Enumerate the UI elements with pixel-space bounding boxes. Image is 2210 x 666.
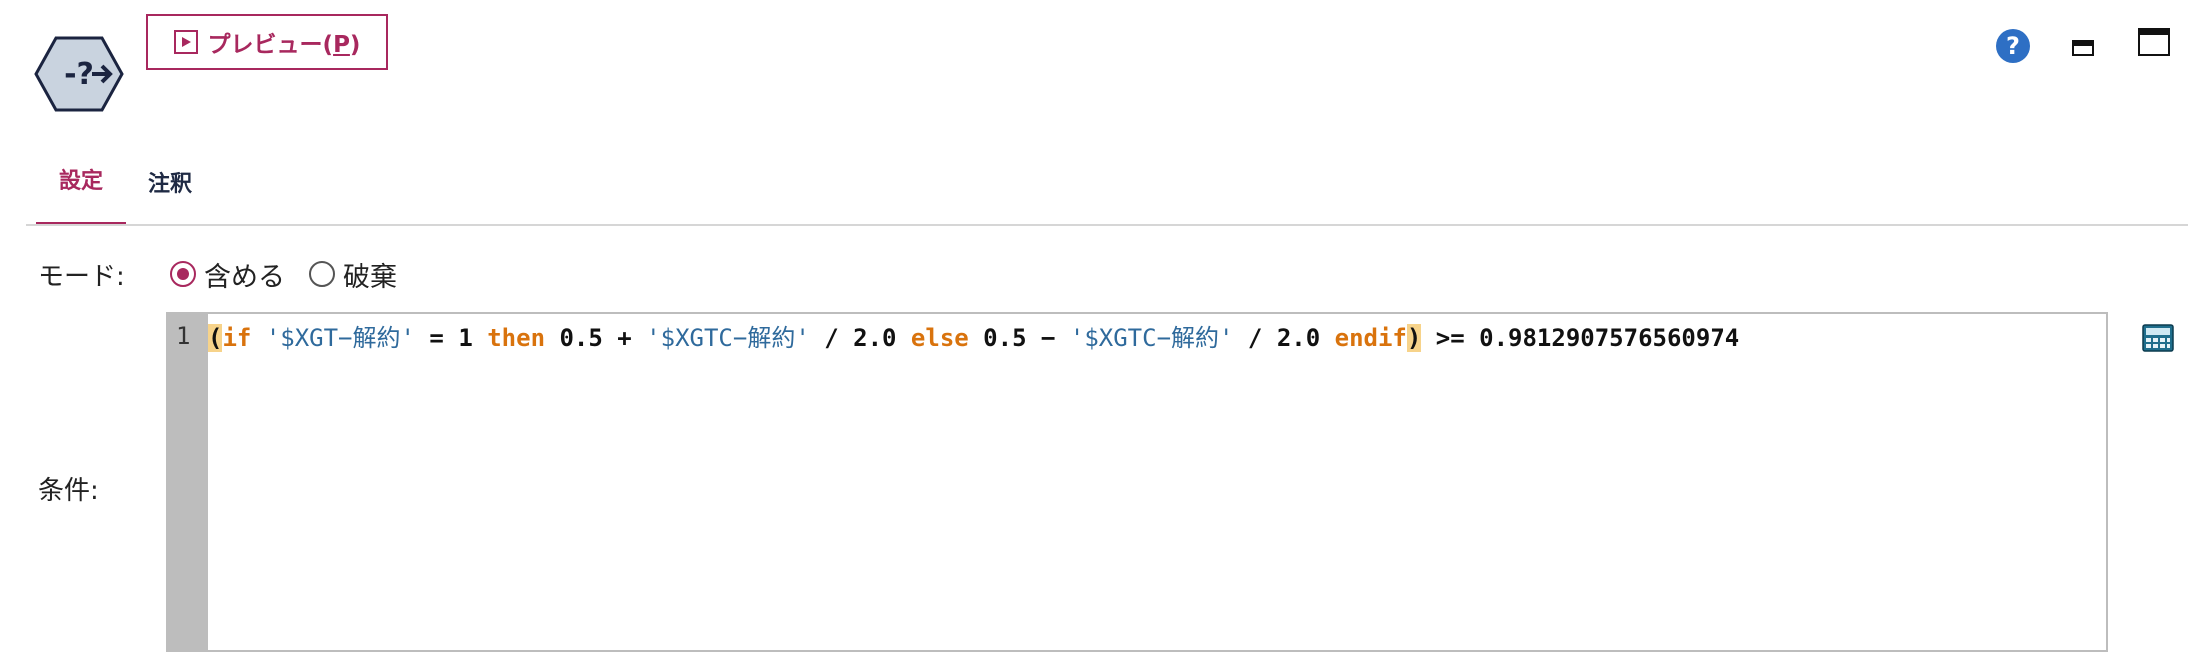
condition-editor[interactable]: 1 (if '$XGT−解約' = 1 then 0.5 + '$XGTC−解約… (166, 312, 2108, 652)
mode-include-radio[interactable]: 含める (170, 255, 285, 294)
radio-checked-icon (170, 261, 196, 287)
tab-divider (26, 224, 2188, 226)
radio-unchecked-icon (309, 261, 335, 287)
help-icon[interactable]: ? (1995, 28, 2031, 64)
play-icon (173, 30, 198, 54)
minimize-icon[interactable] (2072, 40, 2094, 56)
svg-text:?: ? (2006, 32, 2020, 60)
svg-text:-?: -? (64, 57, 94, 92)
select-node-icon: -? (34, 34, 124, 114)
line-number: 1 (176, 322, 191, 350)
maximize-icon[interactable] (2138, 28, 2170, 56)
condition-expression: (if '$XGT−解約' = 1 then 0.5 + '$XGTC−解約' … (208, 324, 1740, 352)
tab-settings[interactable]: 設定 (36, 160, 126, 226)
mode-label: モード: (38, 262, 125, 292)
expression-builder-icon[interactable] (2142, 324, 2174, 352)
tab-annotations-label: 注釈 (147, 172, 192, 197)
mode-discard-radio[interactable]: 破棄 (309, 255, 397, 294)
preview-button[interactable]: プレビュー(P) (146, 14, 388, 70)
condition-label: 条件: (38, 476, 99, 506)
mode-radio-group: 含める 破棄 (170, 254, 421, 294)
mode-discard-label: 破棄 (343, 261, 397, 293)
tab-settings-label: 設定 (58, 169, 103, 194)
preview-label: プレビュー(P) (207, 32, 361, 58)
line-gutter: 1 (168, 314, 208, 650)
mode-include-label: 含める (204, 261, 285, 293)
tab-annotations[interactable]: 注釈 (138, 163, 202, 229)
